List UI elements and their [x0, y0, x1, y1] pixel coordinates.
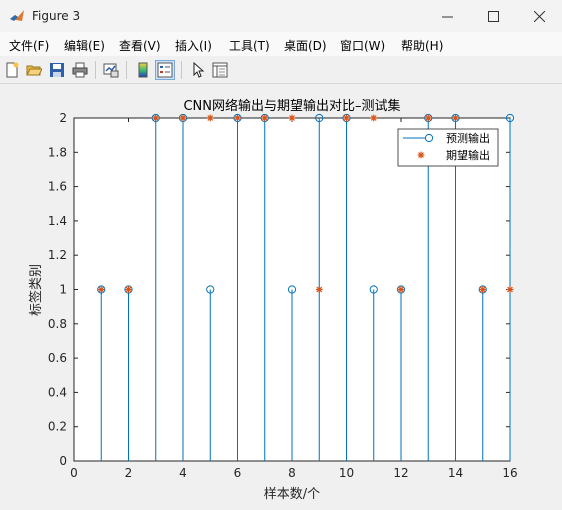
link-plot-button[interactable]	[101, 60, 121, 80]
property-inspector-icon	[212, 62, 228, 78]
colorbar-icon	[138, 62, 148, 78]
toolbar-separator	[126, 61, 127, 79]
property-inspector-button[interactable]	[210, 60, 230, 80]
y-tick-label: 1.4	[48, 214, 67, 228]
minimize-icon	[441, 16, 453, 17]
menu-insert[interactable]: 插入(I)	[175, 37, 212, 54]
maximize-icon	[487, 10, 499, 22]
x-tick-label: 12	[393, 466, 408, 480]
menu-view[interactable]: 查看(V)	[119, 37, 161, 54]
menu-bar: 文件(F) 编辑(E) 查看(V) 插入(I) 工具(T) 桌面(D) 窗口(W…	[0, 32, 562, 79]
x-tick-label: 6	[234, 466, 242, 480]
open-file-button[interactable]	[24, 60, 44, 80]
new-file-icon	[6, 62, 19, 78]
maximize-button[interactable]	[470, 0, 516, 32]
minimize-button[interactable]	[424, 0, 470, 32]
print-figure-button[interactable]	[70, 60, 90, 80]
window-title: Figure 3	[32, 9, 81, 23]
x-tick-label: 2	[125, 466, 133, 480]
menu-window[interactable]: 窗口(W)	[340, 37, 385, 54]
save-icon	[50, 63, 64, 77]
x-tick-label: 16	[502, 466, 517, 480]
figure-toolbar	[0, 57, 562, 84]
x-tick-label: 8	[288, 466, 296, 480]
pointer-arrow-icon	[193, 62, 205, 78]
legend-icon	[157, 62, 173, 78]
x-tick-label: 4	[179, 466, 187, 480]
menu-help[interactable]: 帮助(H)	[401, 37, 443, 54]
legend[interactable]: 预测输出期望输出	[397, 128, 499, 167]
title-bar: Figure 3	[0, 0, 562, 32]
y-tick-label: 0	[59, 454, 67, 468]
y-tick-label: 1.6	[48, 180, 67, 194]
menu-edit[interactable]: 编辑(E)	[64, 37, 105, 54]
close-icon	[533, 10, 545, 22]
legend-expected-label: 期望输出	[446, 148, 490, 162]
figure-canvas: CNN网络输出与期望输出对比–测试集 样本数/个 标签类别 0 2 4 6 8 10 12 1…	[0, 84, 562, 507]
insert-legend-button[interactable]	[155, 60, 175, 80]
menu-tools[interactable]: 工具(T)	[229, 37, 270, 54]
y-tick-label: 0.6	[48, 351, 67, 365]
matlab-icon	[10, 10, 24, 21]
y-tick-label: 0.8	[48, 317, 67, 331]
legend-predicted-marker	[424, 133, 434, 143]
y-tick-label: 1.2	[48, 248, 67, 262]
chart-title: CNN网络输出与期望输出对比–测试集	[183, 98, 400, 114]
toolbar-separator	[95, 61, 96, 79]
y-tick-label: 0.2	[48, 420, 67, 434]
link-plot-icon	[103, 63, 119, 78]
legend-predicted-label: 预测输出	[446, 131, 490, 145]
insert-colorbar-button[interactable]	[133, 60, 153, 80]
close-button[interactable]	[516, 0, 562, 32]
folder-open-icon	[26, 65, 42, 76]
edit-plot-button[interactable]	[188, 60, 208, 80]
new-figure-button[interactable]	[2, 60, 22, 80]
y-tick-label: 1	[59, 283, 67, 297]
x-tick-label: 0	[70, 466, 78, 480]
y-tick-label: 2	[59, 111, 67, 125]
printer-icon	[72, 62, 88, 78]
menu-file[interactable]: 文件(F)	[9, 37, 49, 54]
x-tick-label: 14	[448, 466, 463, 480]
y-tick-label: 1.8	[48, 145, 67, 159]
y-axis-label: 标签类别	[28, 264, 44, 316]
toolbar-separator	[181, 61, 182, 79]
save-figure-button[interactable]	[47, 60, 67, 80]
x-axis-label: 样本数/个	[264, 487, 320, 502]
menu-desktop[interactable]: 桌面(D)	[284, 37, 327, 54]
stem-chart[interactable]: CNN网络输出与期望输出对比–测试集 样本数/个 标签类别 0 2 4 6 8 10 12 1…	[0, 84, 562, 507]
x-tick-label: 10	[339, 466, 354, 480]
y-tick-label: 0.4	[48, 385, 67, 399]
